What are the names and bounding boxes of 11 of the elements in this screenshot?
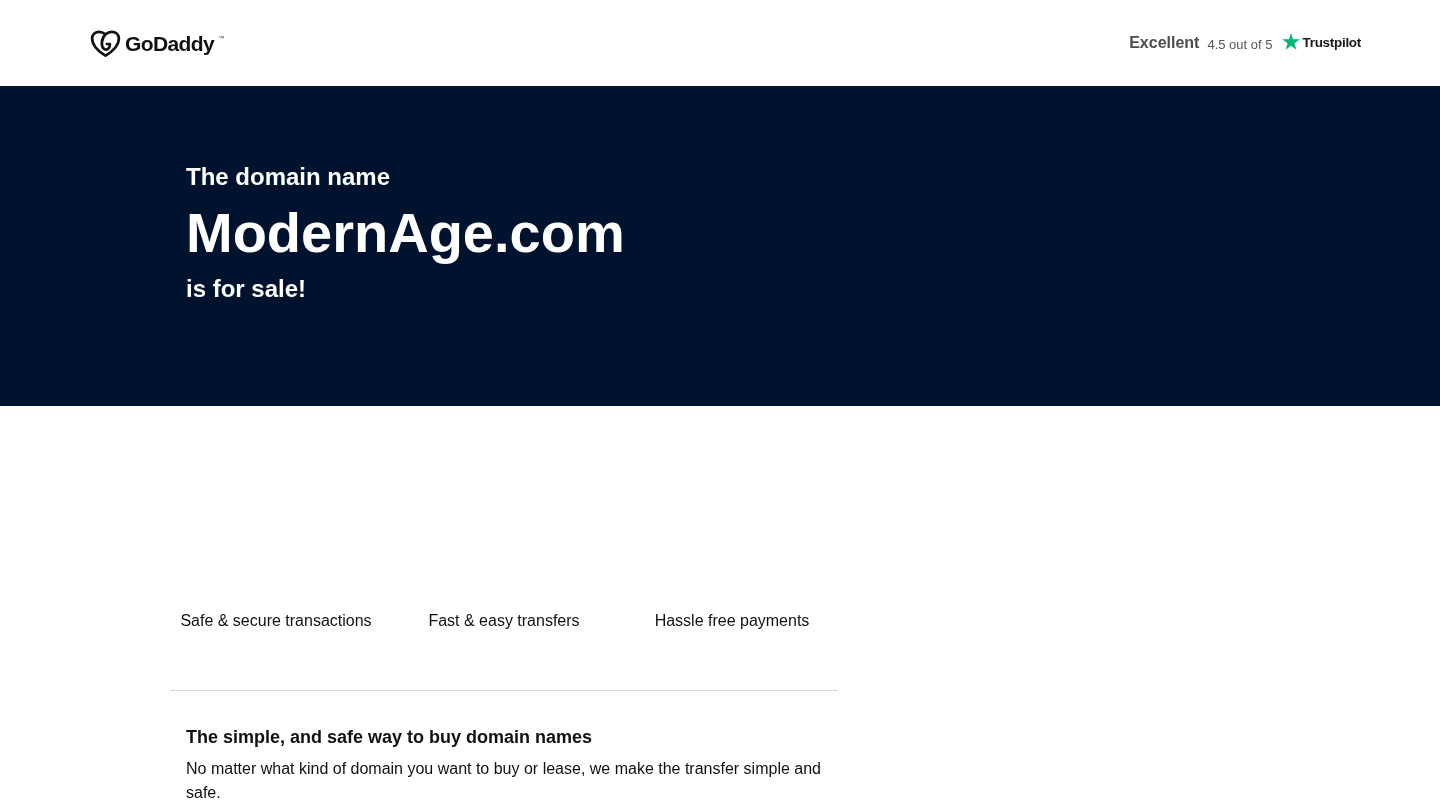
feature-label: Fast & easy transfers	[428, 611, 580, 631]
logo-icon	[90, 28, 121, 58]
feature-label: Hassle free payments	[654, 611, 810, 631]
section-heading: The simple, and safe way to buy domain names	[186, 726, 593, 749]
trustpilot-rating-link[interactable]: Excellent 4.5 out of 5 Trustpilot	[1129, 33, 1361, 53]
hero-outro: is for sale!	[186, 274, 307, 304]
star-icon	[1281, 33, 1300, 50]
feature-label: Safe & secure transactions	[180, 611, 372, 631]
domain-name: ModernAge.com	[186, 200, 625, 266]
hero-intro: The domain name	[186, 162, 391, 192]
section-text: No matter what kind of domain you want to buy or lease, we make the transfer simple and safe.	[186, 759, 822, 803]
